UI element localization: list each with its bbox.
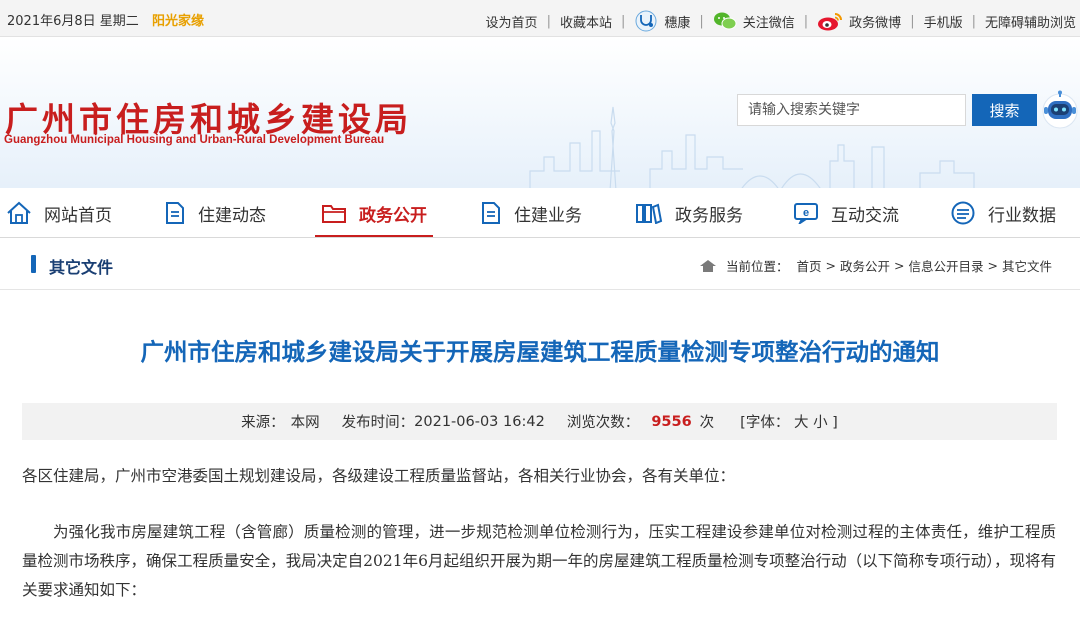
font-large-button[interactable]: 大: [794, 415, 809, 431]
top-links: 设为首页 | 收藏本站 | 穗康 | 关注微信 | 政务微博 | 手机版 | 无…: [486, 10, 1076, 32]
source-value: 本网: [290, 415, 320, 431]
current-date: 2021年6月8日 星期二: [7, 14, 139, 29]
font-size-label: [字体：: [740, 415, 790, 431]
nav-label: 互动交流: [831, 205, 899, 226]
font-size-control: [字体： 大 小 ]: [740, 411, 838, 432]
separator: |: [620, 13, 626, 29]
font-small-button[interactable]: 小 ]: [813, 415, 838, 431]
nav-label: 网站首页: [44, 205, 112, 226]
section-marker: [31, 255, 36, 273]
home-icon: [7, 201, 31, 224]
separator: |: [910, 13, 915, 29]
main-nav: 网站首页 住建动态 政务公开 住建业务 政务服务 e 互动交流 行业数据: [0, 188, 1080, 238]
books-icon: [636, 203, 663, 224]
nav-label: 住建业务: [514, 205, 582, 226]
set-homepage-link[interactable]: 设为首页: [486, 12, 538, 31]
folder-icon: [322, 205, 346, 223]
location-label: 当前位置：: [725, 259, 789, 274]
breadcrumb-other-files[interactable]: 其它文件: [1002, 256, 1052, 275]
nav-label: 政务服务: [675, 205, 743, 226]
article-paragraph: 各区住建局，广州市空港委国土规划建设局，各级建设工程质量监督站，各相关行业协会，…: [22, 467, 736, 485]
breadcrumb-separator: >: [987, 258, 998, 273]
nav-item-industry-data[interactable]: 行业数据: [950, 188, 1056, 238]
search-button[interactable]: 搜索: [972, 94, 1037, 126]
nav-item-gov-affairs[interactable]: 政务公开: [315, 188, 433, 238]
nav-item-home[interactable]: 网站首页: [6, 188, 112, 238]
robot-assistant-icon[interactable]: [1041, 90, 1079, 130]
breadcrumb-home[interactable]: 首页: [796, 256, 821, 275]
svg-text:e: e: [803, 207, 809, 219]
accessible-browse-link[interactable]: 无障碍辅助浏览: [985, 12, 1076, 31]
stethoscope-icon: [635, 10, 657, 32]
bookmark-link[interactable]: 收藏本站: [560, 12, 612, 31]
document-icon: [482, 202, 500, 224]
weibo-link[interactable]: 政务微博: [817, 11, 901, 31]
wechat-link[interactable]: 关注微信: [713, 11, 795, 31]
article-meta-bar: 来源： 本网 发布时间： 2021-06-03 16:42 浏览次数： 9556…: [22, 403, 1057, 440]
top-utility-bar: 2021年6月8日 星期二 阳光家缘 设为首页 | 收藏本站 | 穗康 | 关注…: [0, 0, 1080, 37]
separator: |: [971, 13, 976, 29]
breadcrumb: 当前位置： 首页 > 政务公开 > 信息公开目录 > 其它文件: [699, 256, 1052, 275]
mobile-version-link[interactable]: 手机版: [924, 12, 963, 31]
nav-item-news[interactable]: 住建动态: [164, 188, 266, 238]
section-title: 其它文件: [49, 258, 114, 277]
sunshine-home-link[interactable]: 阳光家缘: [152, 10, 204, 29]
nav-label: 政务公开: [359, 205, 427, 226]
nav-label: 行业数据: [988, 205, 1056, 226]
document-icon: [166, 202, 184, 224]
separator: |: [803, 13, 809, 29]
breadcrumb-separator: >: [894, 258, 905, 273]
publish-label: 发布时间：: [341, 415, 415, 431]
views-label: 浏览次数：: [566, 415, 640, 431]
search-input[interactable]: [737, 94, 966, 126]
section-header: 其它文件 当前位置： 首页 > 政务公开 > 信息公开目录 > 其它文件: [0, 238, 1080, 290]
breadcrumb-gov-affairs[interactable]: 政务公开: [840, 256, 890, 275]
nav-label: 住建动态: [198, 205, 266, 226]
database-icon: [951, 201, 975, 225]
home-icon: [699, 259, 716, 272]
article-paragraph: 为强化我市房屋建筑工程（含管廊）质量检测的管理，进一步规范检测单位检测行为，压实…: [22, 523, 1056, 599]
breadcrumb-info-catalog[interactable]: 信息公开目录: [908, 256, 983, 275]
suikang-label: 穗康: [664, 15, 691, 31]
breadcrumb-separator: >: [825, 258, 836, 273]
suikang-link[interactable]: 穗康: [634, 10, 690, 32]
wechat-label: 关注微信: [742, 15, 795, 31]
chat-icon: e: [794, 203, 818, 224]
wechat-icon: [713, 12, 737, 30]
article-title: 广州市住房和城乡建设局关于开展房屋建筑工程质量检测专项整治行动的通知: [140, 338, 940, 366]
nav-item-interaction[interactable]: e 互动交流: [793, 188, 899, 238]
nav-item-business[interactable]: 住建业务: [480, 188, 582, 238]
site-logo-subtitle: Guangzhou Municipal Housing and Urban-Ru…: [4, 134, 385, 146]
views-count: 9556: [651, 413, 692, 430]
site-header: 广州市住房和城乡建设局 Guangzhou Municipal Housing …: [0, 37, 1080, 188]
views-unit: 次: [699, 415, 715, 431]
publish-time: 2021-06-03 16:42: [414, 413, 545, 430]
weibo-label: 政务微博: [849, 15, 902, 31]
nav-item-services[interactable]: 政务服务: [635, 188, 743, 238]
weibo-icon: [818, 13, 843, 31]
separator: |: [699, 13, 704, 29]
separator: |: [546, 13, 551, 29]
source-label: 来源：: [241, 415, 285, 431]
